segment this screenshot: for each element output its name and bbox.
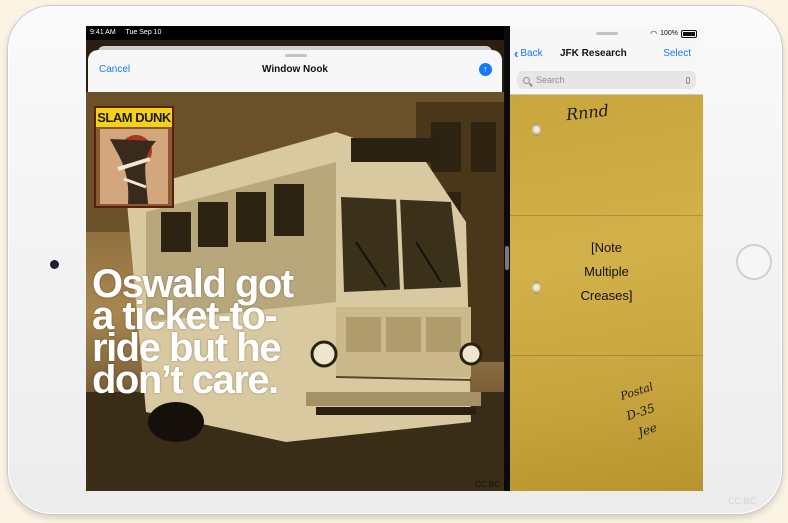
arrow-up-circle-icon[interactable]: ↑ [479, 63, 492, 76]
nav-title: JFK Research [560, 48, 627, 59]
status-bar-right: ◠ 100% [650, 29, 697, 38]
battery-percent: 100% [660, 30, 678, 37]
album-cover: SLAM DUNK [94, 106, 174, 208]
sheet-header: Cancel Window Nook ↑ [88, 50, 502, 93]
back-button[interactable]: ‹ Back [514, 45, 543, 61]
battery-icon [681, 29, 697, 38]
app-grabber[interactable] [596, 32, 618, 35]
crease-line [510, 355, 703, 356]
note-line-2: Multiple [584, 264, 629, 279]
status-bar-time-date: 9:41 AM Tue Sep 10 [90, 29, 169, 36]
select-button[interactable]: Select [663, 48, 691, 59]
punch-hole [532, 123, 541, 136]
headline-text: Oswald got a ticket-to- ride but he don’… [92, 264, 352, 402]
headline-line-4: don’t care. [92, 358, 279, 402]
sheet-grabber[interactable] [285, 54, 307, 57]
wifi-icon: ◠ [650, 29, 658, 38]
home-button[interactable] [736, 244, 772, 280]
device-watermark: CC:BC [728, 496, 757, 506]
search-field[interactable]: Search [517, 71, 696, 89]
microphone-icon[interactable] [686, 76, 690, 84]
album-title: SLAM DUNK [96, 108, 172, 127]
basketball-player-illustration [100, 129, 168, 204]
status-date: Tue Sep 10 [125, 29, 162, 36]
divider-handle[interactable] [505, 246, 509, 270]
sheet-title: Window Nook [261, 64, 328, 75]
handwriting-top: Rnnd [565, 100, 610, 125]
scanned-document: Rnnd [Note Multiple Creases] Postal D-35… [510, 94, 703, 491]
bus-photo: SLAM DUNK Oswald got a ticket-to- ride b… [86, 92, 504, 491]
photo-credit: CC:BC [475, 480, 500, 489]
front-camera [50, 260, 59, 269]
handwriting-bottom-2: D-35 [624, 400, 657, 424]
note-line-1: [Note [590, 240, 623, 255]
status-time: 9:41 AM [90, 29, 116, 36]
window-nook-app: Cancel Window Nook ↑ SLAM DUNK Oswald go… [86, 40, 504, 491]
search-placeholder: Search [536, 75, 565, 85]
handwriting-bottom-3: Jee [636, 420, 659, 440]
document-note: [Note Multiple Creases] [510, 236, 703, 308]
note-line-3: Creases] [580, 288, 633, 303]
screen: Cancel Window Nook ↑ SLAM DUNK Oswald go… [86, 26, 703, 491]
handwriting-bottom-1: Postal [618, 380, 655, 403]
crease-line [510, 215, 703, 216]
jfk-research-app: ‹ Back JFK Research Select Search Rnnd [… [510, 26, 703, 491]
search-icon [523, 76, 530, 84]
back-label: Back [520, 48, 543, 59]
chevron-left-icon: ‹ [514, 45, 519, 61]
